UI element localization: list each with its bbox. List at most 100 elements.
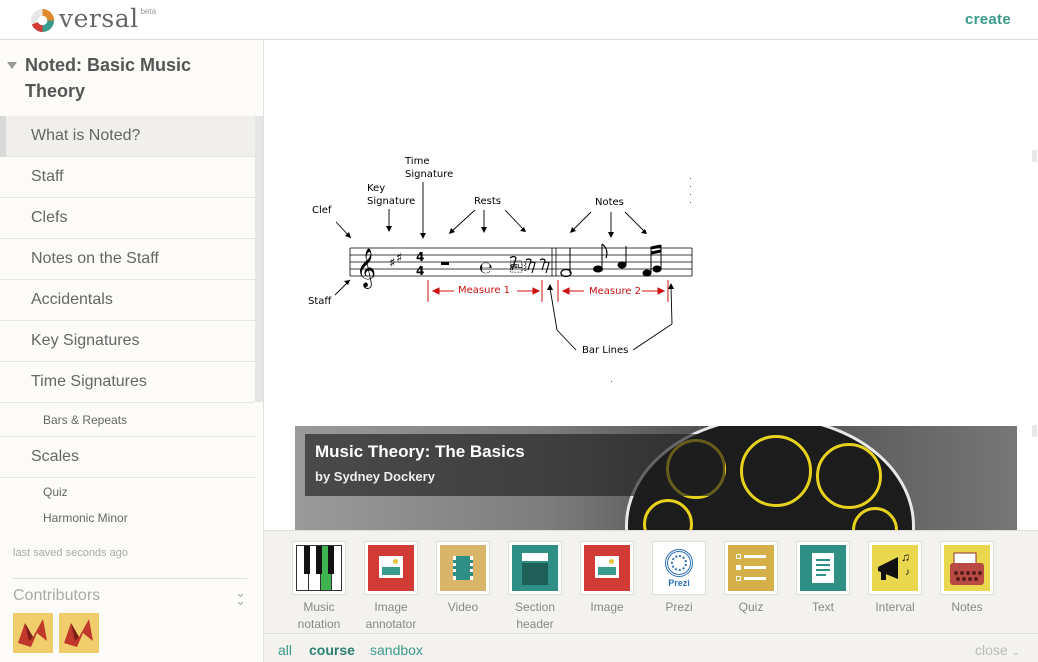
label-time-2: Signature <box>405 169 453 180</box>
typewriter-icon <box>940 541 994 595</box>
gadget-label: Section <box>514 600 556 614</box>
lesson-item-quiz[interactable]: Quiz <box>0 478 255 505</box>
lesson-item-notes-on-staff[interactable]: Notes on the Staff <box>0 239 255 280</box>
gadget-label: Text <box>811 600 834 614</box>
text-doc-icon <box>796 541 850 595</box>
label-key-1: Key <box>367 183 385 194</box>
gadget-label: Image <box>374 600 408 614</box>
embed-byline: by Sydney Dockery <box>315 469 435 484</box>
image-icon <box>580 541 634 595</box>
label-rests: Rests <box>474 196 501 207</box>
logo-mark-icon <box>30 8 55 33</box>
gadget-notes[interactable]: Notes <box>940 541 994 616</box>
lesson-canvas: Staff Clef Key Signature Time Signature … <box>264 40 1038 530</box>
sharp-icon: ♯ <box>389 256 395 271</box>
section-header-icon <box>508 541 562 595</box>
collapse-triangle-icon[interactable] <box>7 62 17 69</box>
gadget-image-annotator[interactable]: Image annotator <box>364 541 418 633</box>
contributors-title: Contributors <box>13 587 101 604</box>
label-measure-2: Measure 2 <box>589 286 641 297</box>
scroll-marker <box>1032 425 1037 437</box>
tab-sandbox[interactable]: sandbox <box>370 642 423 658</box>
gadget-label: Prezi <box>665 600 693 614</box>
prezi-icon: Prezi <box>652 541 706 595</box>
label-time-1: Time <box>404 156 429 167</box>
gadget-video[interactable]: Video <box>436 541 490 616</box>
gadget-tray: Music notation Image annotator Video Secti… <box>264 530 1038 633</box>
lesson-item-clefs[interactable]: Clefs <box>0 198 255 239</box>
image-annotator-icon <box>364 541 418 595</box>
lesson-item-key-signatures[interactable]: Key Signatures <box>0 321 255 362</box>
treble-clef-icon: 𝄞 <box>356 248 376 289</box>
tab-course[interactable]: course <box>309 642 355 658</box>
sidebar-scrollbar[interactable] <box>255 116 263 402</box>
gadget-quiz[interactable]: Quiz <box>724 541 778 616</box>
close-tray-button[interactable]: close ⌄ <box>975 642 1020 658</box>
gadget-section-header[interactable]: Section header <box>508 541 562 633</box>
contributors-divider <box>13 578 247 579</box>
tab-all[interactable]: all <box>278 642 292 658</box>
gadget-label: Quiz <box>738 600 764 614</box>
gadget-text[interactable]: Text <box>796 541 850 616</box>
gadget-label: header <box>516 617 554 631</box>
gadget-label: Video <box>447 600 479 614</box>
label-measure-1: Measure 1 <box>458 285 510 296</box>
sharp-icon: ♯ <box>396 251 402 266</box>
beta-badge: beta <box>140 7 157 16</box>
lesson-item-staff[interactable]: Staff <box>0 157 255 198</box>
lesson-item-what-is-noted[interactable]: What is Noted? <box>0 116 255 157</box>
label-notes: Notes <box>595 197 624 208</box>
lesson-list: What is Noted? Staff Clefs Notes on the … <box>0 116 255 531</box>
lesson-item-bars-repeats[interactable]: Bars & Repeats <box>0 403 255 437</box>
versal-logo[interactable]: versal beta <box>30 6 156 33</box>
gadget-music-notation[interactable]: Music notation <box>292 541 346 633</box>
quarter-rest-icon: ℮ <box>479 258 493 277</box>
megaphone-icon: ♫ ♪ <box>868 541 922 595</box>
bird-icon <box>18 619 47 647</box>
embed-title: Music Theory: The Basics <box>315 442 525 461</box>
lesson-item-time-signatures[interactable]: Time Signatures <box>0 362 255 403</box>
top-bar: versal beta create <box>0 0 1038 40</box>
brand-name: versal <box>59 4 139 33</box>
piano-keys-icon <box>292 541 346 595</box>
create-link[interactable]: create <box>965 11 1011 28</box>
svg-text:♫: ♫ <box>901 550 910 564</box>
save-status: last saved seconds ago <box>13 547 128 559</box>
prezi-wordmark: Prezi <box>668 578 690 588</box>
label-clef: Clef <box>312 205 332 216</box>
avatar[interactable] <box>13 613 53 653</box>
gadget-label: notation <box>297 617 341 631</box>
lesson-item-scales[interactable]: Scales <box>0 437 255 478</box>
embed-caption: Music Theory: The Basics by Sydney Docke… <box>305 434 725 496</box>
tray-tabs: all course sandbox close ⌄ <box>264 633 1038 662</box>
label-bar-lines: Bar Lines <box>582 345 628 356</box>
chevron-down-icon: ⌄ <box>1011 647 1020 658</box>
chevron-down-icon[interactable]: ⌄ ⌄ <box>235 586 246 607</box>
gadget-label: annotator <box>365 617 417 631</box>
gadget-label: Notes <box>951 600 983 614</box>
avatar[interactable] <box>59 613 99 653</box>
video-icon <box>436 541 490 595</box>
gadget-interval[interactable]: ♫ ♪ Interval <box>868 541 922 616</box>
lesson-item-harmonic-minor[interactable]: Harmonic Minor <box>0 505 255 531</box>
gadget-label: Music <box>303 600 335 614</box>
notes-measure-2 <box>560 243 662 278</box>
scroll-marker <box>1032 150 1037 162</box>
prezi-embed[interactable]: Music Theory: The Basics by Sydney Docke… <box>295 426 1017 530</box>
gadget-prezi[interactable]: Prezi Prezi <box>652 541 706 616</box>
sixteenth-rest-icon <box>539 258 550 274</box>
course-sidebar: Noted: Basic Music Theory What is Noted?… <box>0 40 264 662</box>
gadget-image[interactable]: Image <box>580 541 634 616</box>
course-title[interactable]: Noted: Basic Music Theory <box>25 52 225 104</box>
gadget-label: Interval <box>875 600 915 614</box>
label-staff: Staff <box>308 296 332 307</box>
lesson-item-accidentals[interactable]: Accidentals <box>0 280 255 321</box>
time-signature-top: 4 <box>416 250 424 264</box>
quiz-icon <box>724 541 778 595</box>
gadget-label: Image <box>590 600 624 614</box>
bird-icon <box>64 619 93 647</box>
half-rest-icon <box>441 262 449 265</box>
time-signature-bottom: 4 <box>416 264 424 278</box>
label-key-2: Signature <box>367 196 415 207</box>
music-notation-diagram[interactable]: Staff Clef Key Signature Time Signature … <box>304 150 704 390</box>
